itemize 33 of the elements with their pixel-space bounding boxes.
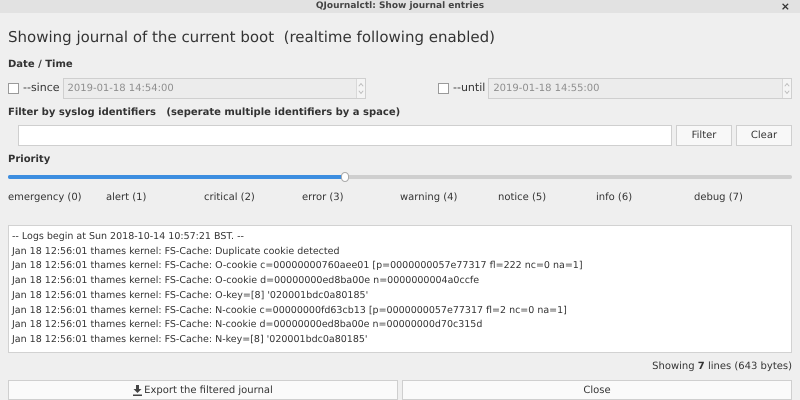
checkbox-label: --until [453, 80, 486, 96]
log-line: Jan 18 12:56:01 thames kernel: FS-Cache: O-cookie d=00000000ed8ba00e n=0000000004a0ccfe [12, 274, 480, 288]
export-button[interactable]: Export the filtered journal [8, 380, 398, 400]
log-line: Jan 18 12:56:01 thames kernel: FS-Cache: O-cookie c=00000000760aee01 [p=0000000057e77317 fl=222 nc=0 na=1] [12, 259, 584, 274]
priority-label: error (3) [302, 191, 345, 205]
section-label: Priority [8, 153, 52, 167]
log-line: Jan 18 12:56:01 thames kernel: FS-Cache: O-key=[8] '020001bdc0a80185' [12, 288, 370, 303]
download-icon [133, 384, 142, 396]
priority-label: emergency (0) [8, 191, 83, 205]
close-button[interactable]: Close [402, 380, 792, 400]
window-title: QJournalctl: Show journal entries [316, 0, 484, 13]
filter-input[interactable] [18, 125, 672, 146]
priority-label: warning (4) [400, 191, 458, 205]
section-label: Filter by syslog identifiers (seperate multiple identifiers by a space) [8, 106, 402, 120]
log-line: Jan 18 12:56:01 thames kernel: FS-Cache: Duplicate cookie detected [12, 244, 340, 259]
priority-label: info (6) [596, 191, 634, 205]
checkbox-label: --since [23, 80, 60, 96]
close-button[interactable]: × [780, 0, 790, 13]
filter-button[interactable]: Filter [676, 125, 732, 146]
priority-label: critical (2) [204, 191, 256, 205]
priority-label: notice (5) [498, 191, 548, 205]
log-line: Jan 18 12:56:01 thames kernel: FS-Cache: N-cookie c=00000000fd63cb13 [p=0000000057e77317 fl=2 nc=0 na=1] [12, 304, 568, 318]
filter-button[interactable]: Clear [736, 125, 792, 146]
section-label: Date / Time [8, 58, 74, 72]
log-line: Jan 18 12:56:01 thames kernel: FS-Cache: N-key=[8] '020001bdc0a80185' [12, 332, 369, 347]
slider-track[interactable] [8, 175, 792, 179]
priority-label: alert (1) [106, 191, 148, 205]
slider-handle[interactable] [341, 172, 350, 182]
log-line: Jan 18 12:56:01 thames kernel: FS-Cache: N-cookie d=00000000ed8ba00e n=00000000d70c315d [12, 318, 484, 332]
priority-label: debug (7) [694, 191, 744, 205]
heading: Showing journal of the current boot (realtime following enabled) [8, 27, 496, 48]
log-line: -- Logs begin at Sun 2018-10-14 10:57:21 BST. -- [12, 230, 245, 244]
status-text: Showing 7 lines (643 bytes) [652, 360, 792, 374]
